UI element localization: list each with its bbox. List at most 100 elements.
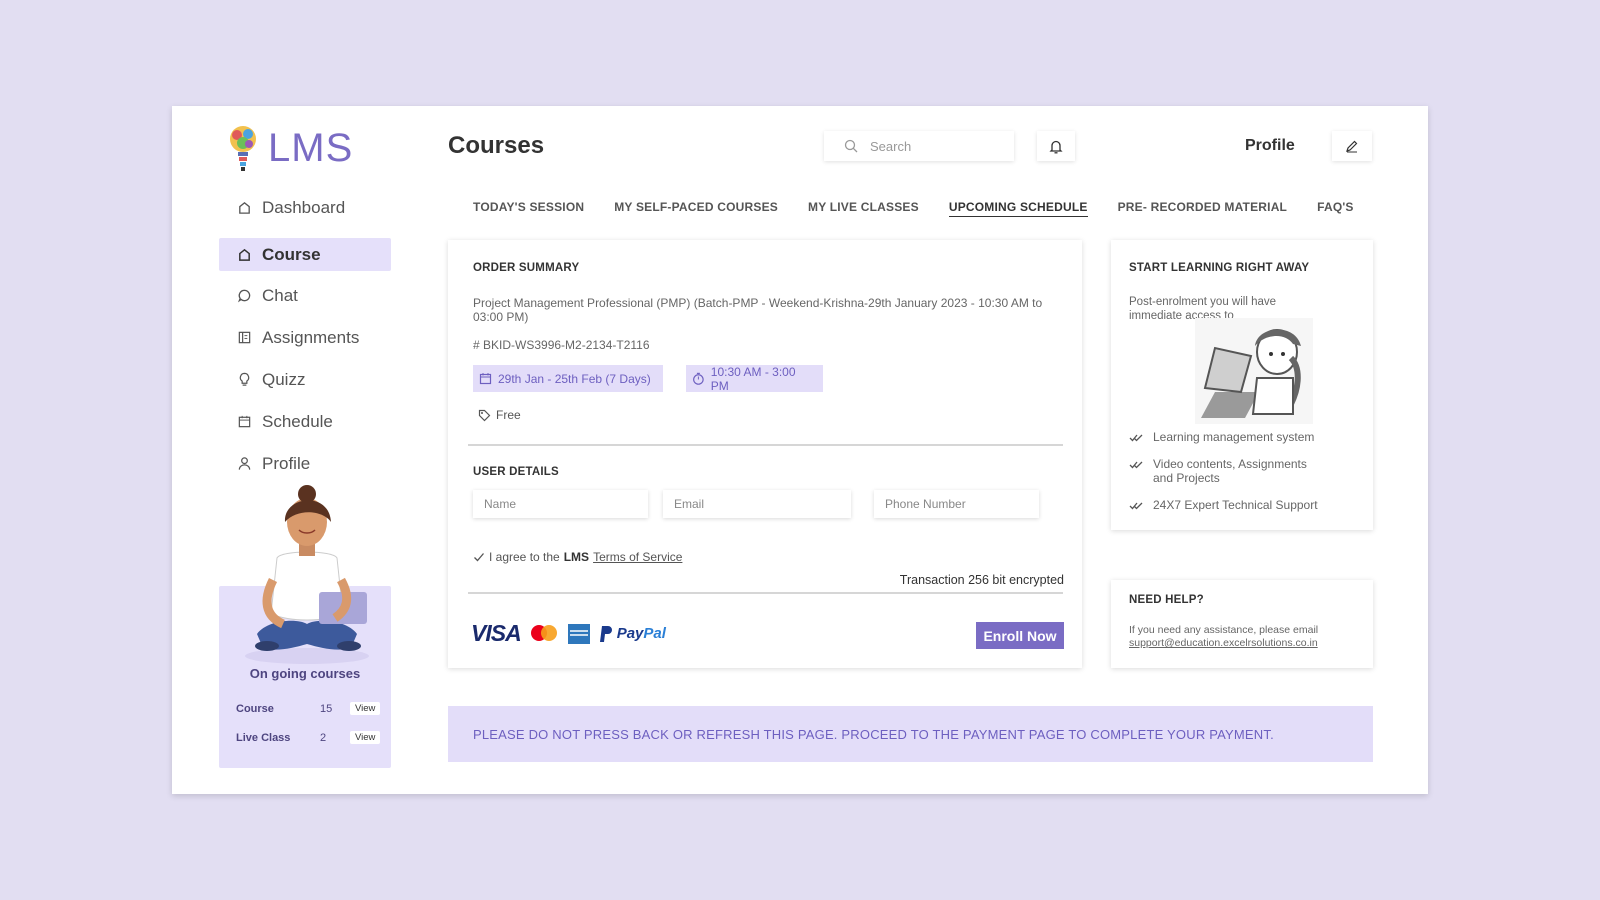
need-help-title: NEED HELP? xyxy=(1129,594,1204,606)
paypal-icon xyxy=(599,625,612,642)
ongoing-row-label: Course xyxy=(236,702,274,715)
agree-prefix: I agree to the xyxy=(489,550,560,564)
sidebar-item-schedule[interactable]: Schedule xyxy=(219,405,391,438)
sidebar-item-label: Schedule xyxy=(262,411,333,431)
pencil-icon xyxy=(1346,140,1358,153)
tab-self-paced-courses[interactable]: MY SELF-PACED COURSES xyxy=(614,200,778,217)
booking-id: # BKID-WS3996-M2-2134-T2116 xyxy=(473,338,650,352)
price-tag-icon xyxy=(478,409,491,421)
tab-todays-session[interactable]: TODAY'S SESSION xyxy=(473,200,584,217)
page-title: Courses xyxy=(448,132,545,159)
help-text: If you need any assistance, please email… xyxy=(1129,624,1359,650)
course-tabs: TODAY'S SESSION MY SELF-PACED COURSES MY… xyxy=(473,200,1384,217)
view-live-class-button[interactable]: View xyxy=(350,731,381,744)
sidebar-item-chat[interactable]: Chat xyxy=(219,279,391,312)
enroll-now-button[interactable]: Enroll Now xyxy=(976,622,1064,649)
student-illustration xyxy=(245,485,369,664)
sidebar-item-dashboard[interactable]: Dashboard xyxy=(219,191,391,224)
search-box[interactable] xyxy=(824,131,1014,161)
paypal-pay-text: Pay xyxy=(616,625,644,642)
time-range-text: 10:30 AM - 3:00 PM xyxy=(710,364,796,393)
ongoing-row-count: 15 xyxy=(320,702,333,715)
sidebar-item-label: Dashboard xyxy=(262,197,346,217)
tab-live-classes[interactable]: MY LIVE CLASSES xyxy=(808,200,919,217)
time-range-badge: 10:30 AM - 3:00 PM xyxy=(686,364,823,393)
sidebar-item-label: Profile xyxy=(262,453,311,473)
kid-laptop-illustration xyxy=(1195,318,1313,424)
payment-notice-banner: PLEASE DO NOT PRESS BACK OR REFRESH THIS… xyxy=(448,706,1373,762)
view-course-button[interactable]: View xyxy=(350,702,381,715)
edit-profile-button[interactable] xyxy=(1332,131,1372,161)
user-icon xyxy=(238,457,251,470)
ongoing-row-course: Course 15 View xyxy=(236,702,381,715)
divider xyxy=(468,592,1063,594)
app-window: LMS Dashboard Course Chat Assignments Qu… xyxy=(172,106,1428,794)
price-text: Free xyxy=(496,408,521,422)
home-icon xyxy=(239,248,250,261)
ongoing-row-count: 2 xyxy=(320,731,327,744)
order-summary-title: ORDER SUMMARY xyxy=(473,262,580,274)
need-help-card: NEED HELP? If you need any assistance, p… xyxy=(1111,580,1373,668)
logo[interactable]: LMS xyxy=(228,124,353,172)
name-field[interactable] xyxy=(473,490,648,518)
ongoing-row-live-class: Live Class 2 View xyxy=(236,731,381,744)
tab-upcoming-schedule[interactable]: UPCOMING SCHEDULE xyxy=(948,200,1088,217)
sidebar-item-label: Course xyxy=(262,244,321,264)
sidebar-item-label: Quizz xyxy=(262,369,306,389)
paypal-pal-text: Pal xyxy=(643,625,666,642)
checkmark-icon[interactable] xyxy=(473,551,485,563)
sidebar-item-course[interactable]: Course xyxy=(219,238,391,271)
search-icon xyxy=(844,139,858,153)
encryption-note: Transaction 256 bit encrypted xyxy=(899,573,1064,587)
payment-methods: VISA PayPal xyxy=(471,620,666,647)
email-field[interactable] xyxy=(663,490,851,518)
help-message: If you need any assistance, please email xyxy=(1129,624,1319,636)
stopwatch-icon xyxy=(693,372,704,385)
feature-text: Video contents, Assignments and Projects xyxy=(1153,457,1307,485)
tab-faqs[interactable]: FAQ'S xyxy=(1317,200,1354,217)
double-check-icon xyxy=(1129,461,1143,469)
lightbulb-logo-icon xyxy=(230,126,256,171)
sidebar-item-label: Assignments xyxy=(262,327,360,347)
calendar-icon xyxy=(238,415,251,428)
double-check-icon xyxy=(1129,502,1143,510)
divider xyxy=(468,444,1063,446)
sidebar-item-quizz[interactable]: Quizz xyxy=(219,363,391,396)
sidebar-item-profile[interactable]: Profile xyxy=(219,447,391,480)
feature-item: 24X7 Expert Technical Support xyxy=(1129,498,1359,512)
chat-icon xyxy=(237,289,251,303)
user-details-title: USER DETAILS xyxy=(473,466,559,478)
date-range-badge: 29th Jan - 25th Feb (7 Days) xyxy=(473,365,663,392)
calendar-icon xyxy=(479,373,492,385)
tab-pre-recorded-material[interactable]: PRE- RECORDED MATERIAL xyxy=(1118,200,1288,217)
support-email-link[interactable]: support@education.excelrsolutions.co.in xyxy=(1129,637,1318,649)
visa-logo: VISA xyxy=(471,620,522,646)
sidebar-nav: Dashboard Course Chat Assignments Quizz … xyxy=(219,191,391,489)
amex-icon xyxy=(567,623,590,644)
lightbulb-icon xyxy=(239,372,250,386)
paypal-logo: PayPal xyxy=(599,625,666,643)
sidebar-item-label: Chat xyxy=(262,285,298,305)
feature-item: Video contents, Assignments and Projects xyxy=(1129,457,1329,485)
logo-text: LMS xyxy=(268,125,354,170)
order-summary-card: ORDER SUMMARY Project Management Profess… xyxy=(448,240,1082,668)
terms-agreement: I agree to the LMS Terms of Service xyxy=(473,550,682,564)
start-learning-card: START LEARNING RIGHT AWAY Post-enrolment… xyxy=(1111,240,1373,530)
ongoing-courses-title: On going courses xyxy=(249,666,361,681)
phone-number-field[interactable] xyxy=(874,490,1039,518)
search-input[interactable] xyxy=(870,138,990,154)
double-check-icon xyxy=(1129,434,1143,442)
feature-text: 24X7 Expert Technical Support xyxy=(1153,498,1318,512)
ongoing-row-label: Live Class xyxy=(236,731,291,744)
profile-label[interactable]: Profile xyxy=(1245,137,1295,155)
sidebar-item-assignments[interactable]: Assignments xyxy=(219,321,391,354)
price: Free xyxy=(478,408,521,422)
feature-text: Learning management system xyxy=(1153,430,1315,444)
notifications-button[interactable] xyxy=(1037,131,1075,161)
feature-item: Learning management system xyxy=(1129,430,1359,444)
assignments-icon xyxy=(238,331,251,344)
start-learning-title: START LEARNING RIGHT AWAY xyxy=(1129,262,1310,274)
mastercard-icon xyxy=(530,624,557,641)
agree-brand: LMS xyxy=(563,550,590,564)
terms-of-service-link[interactable]: Terms of Service xyxy=(593,550,682,564)
